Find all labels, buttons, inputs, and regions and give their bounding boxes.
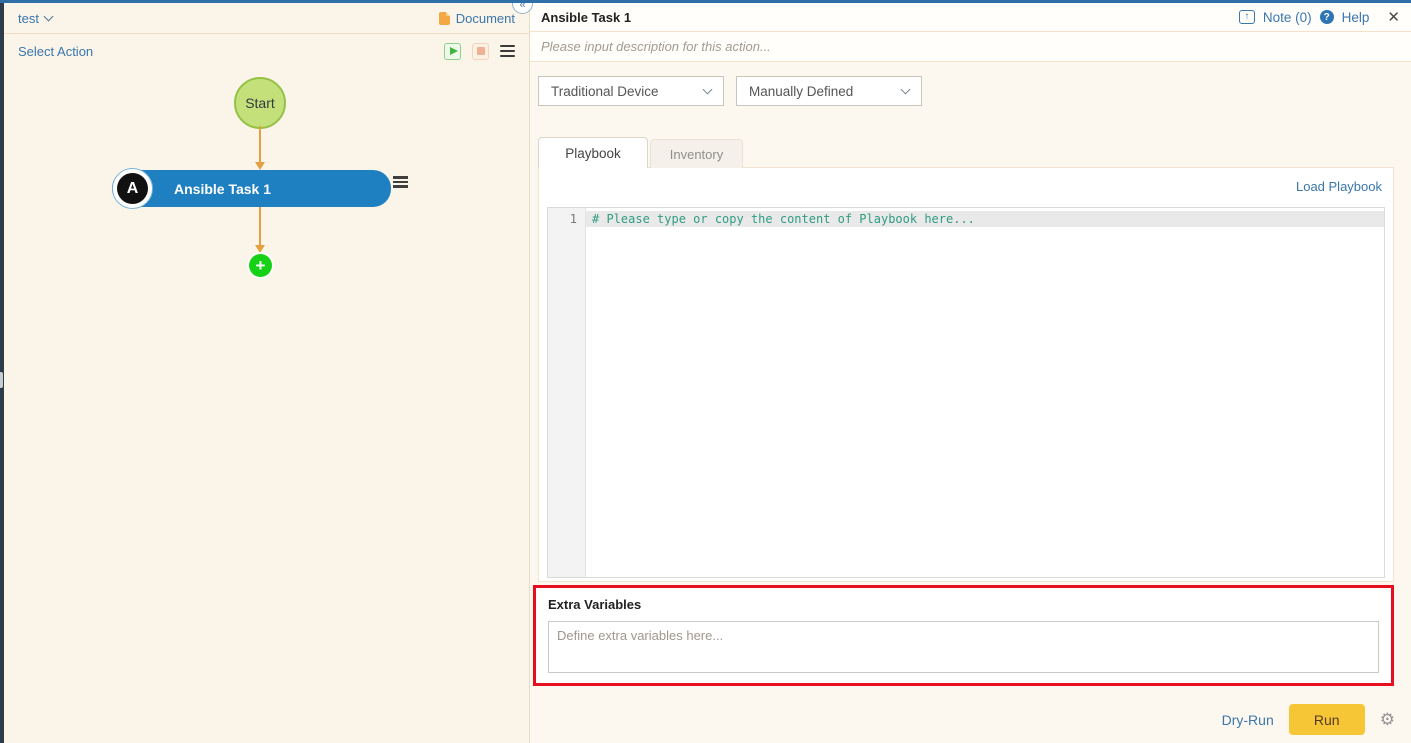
menu-icon xyxy=(393,185,408,188)
document-label: Document xyxy=(455,10,515,26)
extra-variables-section-highlighted: Extra Variables xyxy=(533,585,1394,686)
extra-variables-label: Extra Variables xyxy=(548,597,642,612)
action-title: Ansible Task 1 xyxy=(541,9,632,25)
chevron-down-icon xyxy=(900,84,911,95)
device-type-select[interactable]: Traditional Device xyxy=(538,76,724,106)
stop-icon xyxy=(476,47,485,55)
panel-resize-handle[interactable] xyxy=(0,372,3,388)
help-icon[interactable]: ? xyxy=(1319,10,1334,24)
workflow-canvas[interactable]: Start A Ansible Task 1 + xyxy=(4,68,529,743)
ansible-logo-letter: A xyxy=(117,173,148,204)
ansible-logo-icon: A xyxy=(112,168,153,209)
connector-arrowhead-icon xyxy=(255,245,265,253)
play-icon xyxy=(449,47,458,55)
menu-icon xyxy=(500,54,515,58)
menu-icon xyxy=(393,180,408,184)
playbook-code-editor[interactable]: 1 # Please type or copy the content of P… xyxy=(547,207,1385,578)
tab-playbook[interactable]: Playbook xyxy=(538,137,648,168)
action-header-buttons: ↑ Note (0) ? Help ✕ xyxy=(1238,8,1400,26)
question-mark-icon: ? xyxy=(1323,11,1330,23)
connector-arrowhead-icon xyxy=(255,162,265,170)
plus-icon: + xyxy=(255,256,266,275)
tab-inventory[interactable]: Inventory xyxy=(650,139,743,168)
start-node-label: Start xyxy=(245,95,275,111)
extra-variables-input[interactable] xyxy=(548,621,1379,673)
document-icon xyxy=(438,11,450,25)
workflow-name-dropdown[interactable]: test xyxy=(18,10,54,26)
description-row xyxy=(530,32,1411,62)
inventory-source-select[interactable]: Manually Defined xyxy=(736,76,922,106)
workflow-panel: test Document Select Action Start A Ansi… xyxy=(4,3,529,743)
chevron-down-icon xyxy=(702,84,713,95)
add-action-button[interactable]: + xyxy=(249,254,272,277)
help-button[interactable]: Help xyxy=(1342,10,1370,25)
editor-content[interactable]: # Please type or copy the content of Pla… xyxy=(586,208,1384,577)
run-workflow-button[interactable] xyxy=(444,42,461,60)
editor-placeholder-line[interactable]: # Please type or copy the content of Pla… xyxy=(586,211,1384,227)
menu-icon xyxy=(500,49,515,53)
select-action-label: Select Action xyxy=(18,43,94,59)
start-node[interactable]: Start xyxy=(234,77,286,129)
workflow-header: test Document xyxy=(4,3,529,34)
connector-line xyxy=(259,126,261,164)
gear-icon[interactable]: ⚙ xyxy=(1380,711,1395,728)
action-header: Ansible Task 1 ↑ Note (0) ? Help ✕ xyxy=(530,3,1411,32)
chevron-down-icon xyxy=(43,11,54,22)
document-button[interactable]: Document xyxy=(438,10,515,26)
action-body: Traditional Device Manually Defined Play… xyxy=(530,62,1411,743)
playbook-tab-panel: Load Playbook 1 # Please type or copy th… xyxy=(538,167,1394,582)
editor-tabs: Playbook Inventory xyxy=(538,137,1411,168)
app-window: test Document Select Action Start A Ansi… xyxy=(0,0,1411,743)
menu-icon xyxy=(500,44,515,48)
dropdown-row: Traditional Device Manually Defined xyxy=(538,76,1411,106)
tab-playbook-label: Playbook xyxy=(565,145,621,161)
task-node-menu-button[interactable] xyxy=(393,176,408,188)
dry-run-link[interactable]: Dry-Run xyxy=(1222,712,1274,728)
editor-gutter: 1 xyxy=(548,208,586,577)
collapse-icon: « xyxy=(519,0,526,11)
action-footer: Dry-Run Run ⚙ xyxy=(530,704,1395,735)
action-editor-panel: Ansible Task 1 ↑ Note (0) ? Help ✕ Tradi… xyxy=(529,3,1411,743)
close-button[interactable]: ✕ xyxy=(1387,8,1400,26)
description-input[interactable] xyxy=(541,39,1400,54)
inventory-source-value: Manually Defined xyxy=(749,83,854,99)
device-type-value: Traditional Device xyxy=(551,83,659,99)
task-node-label: Ansible Task 1 xyxy=(174,180,272,197)
canvas-menu-button[interactable] xyxy=(500,44,515,58)
workflow-name-label: test xyxy=(18,10,39,26)
load-playbook-link[interactable]: Load Playbook xyxy=(1296,179,1382,194)
popout-arrow-icon: ↑ xyxy=(1244,11,1250,22)
connector-line xyxy=(259,207,261,247)
run-button-label: Run xyxy=(1313,711,1340,728)
note-button[interactable]: Note (0) xyxy=(1263,10,1312,25)
canvas-toolbar: Select Action xyxy=(4,34,529,68)
tab-inventory-label: Inventory xyxy=(669,146,724,162)
line-number: 1 xyxy=(569,212,577,226)
toolbar-buttons xyxy=(444,42,515,60)
load-playbook-row: Load Playbook xyxy=(539,168,1393,201)
menu-icon xyxy=(393,176,408,179)
popout-panel-button[interactable]: ↑ xyxy=(1238,10,1255,24)
ansible-task-node[interactable]: A Ansible Task 1 xyxy=(112,168,391,209)
stop-workflow-button[interactable] xyxy=(472,42,489,60)
run-button[interactable]: Run xyxy=(1288,704,1365,735)
